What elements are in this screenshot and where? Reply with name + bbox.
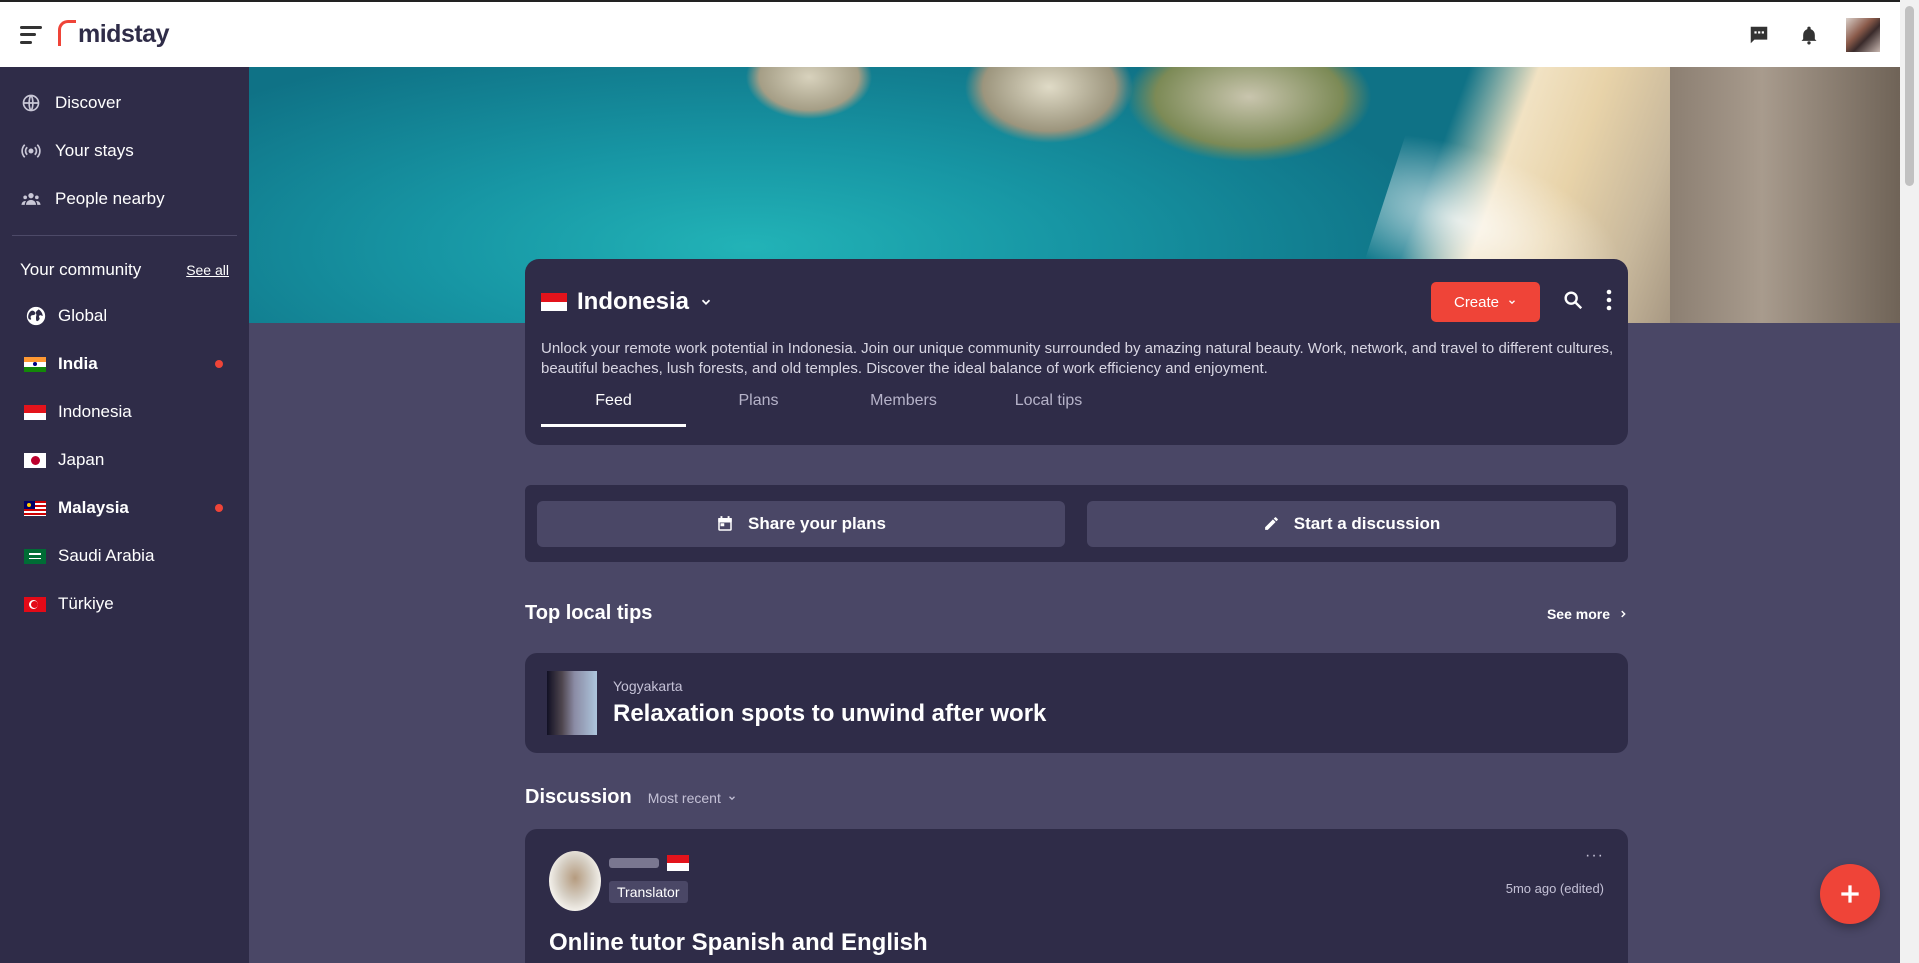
community-label: Saudi Arabia [58, 546, 155, 565]
tab-members[interactable]: Members [831, 391, 976, 427]
japan-flag-icon [24, 452, 46, 468]
local-tip-card[interactable]: Yogyakarta Relaxation spots to unwind af… [525, 653, 1628, 753]
sidebar-divider [12, 235, 237, 236]
community-label: Malaysia [58, 498, 129, 517]
hamburger-menu-icon[interactable] [20, 25, 42, 44]
community-description: Unlock your remote work potential in Ind… [541, 340, 1614, 377]
page-scrollbar[interactable] [1900, 0, 1919, 963]
author-name[interactable] [609, 855, 689, 871]
indonesia-flag-icon [541, 293, 567, 311]
create-button[interactable]: Create [1431, 282, 1540, 322]
calendar-icon [718, 515, 732, 531]
create-label: Create [1453, 293, 1500, 311]
indonesia-flag-icon [24, 404, 46, 420]
see-all-link[interactable]: See all [186, 262, 229, 278]
community-label: Indonesia [58, 402, 132, 421]
earth-icon [26, 306, 46, 326]
sort-label: Most recent [647, 789, 721, 806]
post-action-bar: Share your plans Start a discussion [525, 485, 1628, 562]
community-label: India [58, 354, 98, 373]
sidebar-item-india[interactable]: India [0, 340, 249, 388]
sidebar-item-turkiye[interactable]: Türkiye [0, 580, 249, 628]
tab-feed[interactable]: Feed [541, 391, 686, 427]
user-avatar[interactable] [1846, 17, 1880, 52]
sidebar-item-saudi-arabia[interactable]: Saudi Arabia [0, 532, 249, 580]
discussion-post-card[interactable]: Translator ··· 5mo ago (edited) Online t… [525, 829, 1628, 963]
sort-dropdown[interactable]: Most recent [648, 790, 737, 806]
indonesia-flag-icon [667, 855, 689, 871]
sidebar-item-your-stays[interactable]: Your stays [0, 127, 249, 175]
logo-text: midstay [78, 20, 169, 48]
more-vertical-icon[interactable] [1606, 289, 1612, 316]
community-selector[interactable]: Indonesia [541, 288, 713, 316]
community-label: Global [58, 306, 108, 325]
sidebar: Discover Your stays People nearby Your c… [0, 67, 249, 963]
tip-city: Yogyakarta [613, 678, 683, 694]
community-header: Your community See all [0, 248, 249, 292]
community-card: Indonesia Create Unlock your remote work… [525, 259, 1628, 445]
see-more-label: See more [1546, 606, 1610, 622]
tip-title: Relaxation spots to unwind after work [613, 700, 1047, 727]
plus-icon [1841, 885, 1859, 903]
sidebar-item-malaysia[interactable]: Malaysia [0, 484, 249, 532]
community-title: Your community [20, 260, 142, 279]
search-icon[interactable] [1562, 289, 1584, 316]
unread-dot [215, 360, 223, 368]
sidebar-item-label: Discover [55, 93, 122, 112]
sidebar-item-japan[interactable]: Japan [0, 436, 249, 484]
community-label: Türkiye [58, 594, 114, 613]
add-fab-button[interactable] [1820, 864, 1880, 924]
share-plans-label: Share your plans [748, 513, 886, 533]
turkiye-flag-icon [24, 596, 46, 612]
saudi-arabia-flag-icon [24, 548, 46, 564]
tab-local-tips[interactable]: Local tips [976, 391, 1121, 427]
sidebar-item-label: People nearby [55, 189, 165, 208]
post-more-icon[interactable]: ··· [1585, 847, 1604, 865]
chat-icon[interactable] [1746, 22, 1772, 48]
see-more-link[interactable]: See more [1547, 606, 1628, 622]
top-local-tips-title: Top local tips [525, 602, 653, 624]
community-tabs: Feed Plans Members Local tips [541, 391, 1612, 427]
sidebar-item-people-nearby[interactable]: People nearby [0, 175, 249, 223]
discussion-header: Discussion Most recent [525, 786, 737, 809]
start-discussion-label: Start a discussion [1293, 513, 1441, 533]
sidebar-item-global[interactable]: Global [0, 292, 249, 340]
author-avatar[interactable] [549, 851, 601, 911]
author-name-blurred [609, 858, 659, 868]
discussion-title: Discussion [525, 786, 632, 808]
malaysia-flag-icon [24, 500, 46, 516]
post-timestamp: 5mo ago (edited) [1505, 881, 1604, 896]
scrollbar-thumb[interactable] [1905, 6, 1914, 186]
pencil-icon [1264, 517, 1278, 530]
chevron-down-icon [728, 795, 735, 800]
notification-bell-icon[interactable] [1796, 22, 1822, 48]
share-plans-button[interactable]: Share your plans [537, 500, 1065, 547]
sidebar-item-discover[interactable]: Discover [0, 79, 249, 127]
midstay-logo[interactable]: midstay [58, 19, 169, 49]
chevron-down-icon [1509, 300, 1515, 305]
post-title[interactable]: Online tutor Spanish and English [549, 929, 928, 957]
broadcast-icon [20, 140, 42, 162]
top-header: midstay [0, 0, 1900, 67]
unread-dot [215, 504, 223, 512]
community-label: Japan [58, 450, 105, 469]
sidebar-item-indonesia[interactable]: Indonesia [0, 388, 249, 436]
tip-thumbnail [547, 671, 597, 735]
chevron-right-icon [1621, 610, 1626, 618]
tab-plans[interactable]: Plans [686, 391, 831, 427]
hero-cliff [1670, 67, 1900, 323]
people-icon [20, 188, 42, 210]
start-discussion-button[interactable]: Start a discussion [1087, 500, 1616, 547]
community-name: Indonesia [577, 288, 690, 315]
chevron-down-icon [699, 295, 713, 309]
author-role-badge: Translator [609, 881, 688, 903]
globe-icon [20, 92, 42, 114]
sidebar-item-label: Your stays [55, 141, 134, 160]
logo-mark [58, 19, 76, 46]
india-flag-icon [24, 356, 46, 372]
